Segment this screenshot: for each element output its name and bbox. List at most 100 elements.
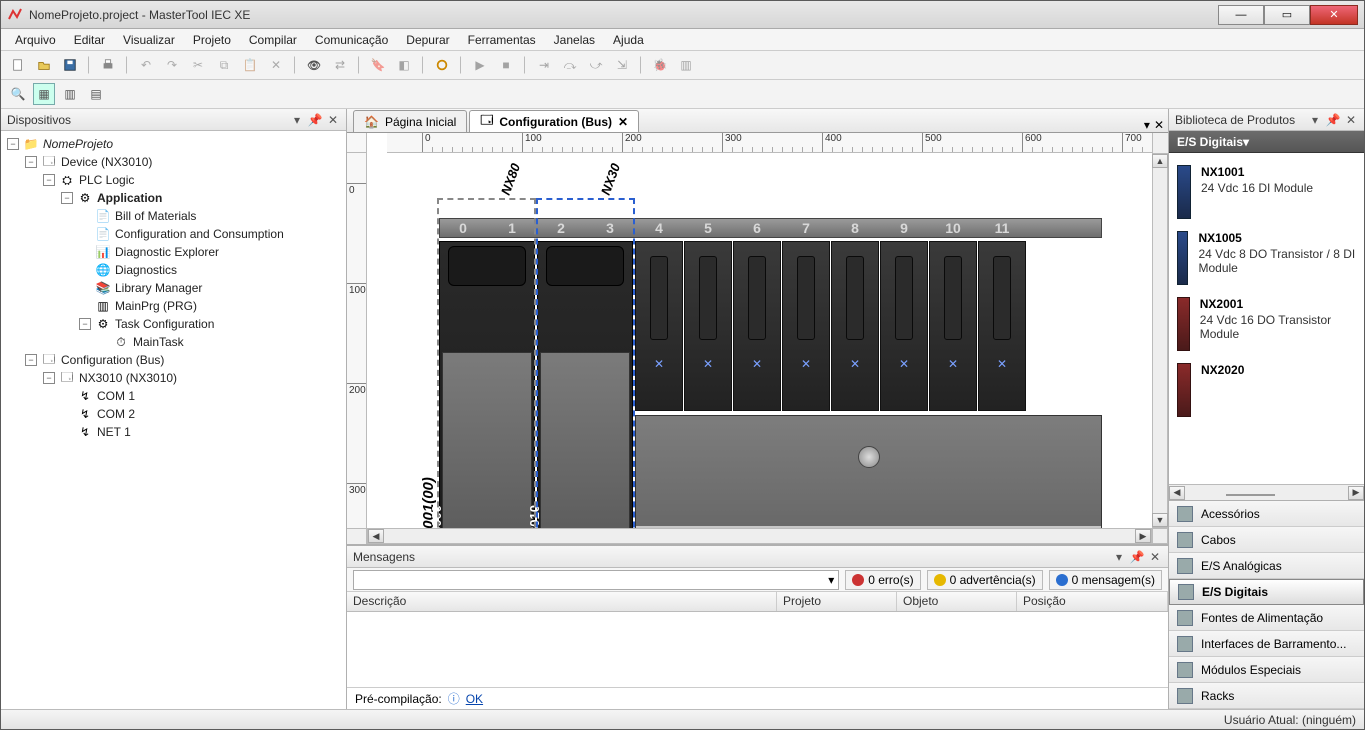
- panel-close-icon[interactable]: ✕: [1344, 113, 1358, 127]
- tree-twisty-icon[interactable]: −: [25, 354, 37, 366]
- panel-dropdown-icon[interactable]: ▾: [1308, 113, 1322, 127]
- tree-item[interactable]: −🗔Configuration (Bus): [3, 351, 344, 369]
- tree-twisty-icon[interactable]: −: [7, 138, 19, 150]
- empty-slot[interactable]: ✕: [684, 241, 732, 411]
- login-icon[interactable]: ▶: [469, 54, 491, 76]
- tab-menu-icon[interactable]: ▾: [1144, 118, 1150, 132]
- product-item[interactable]: NX2020: [1173, 357, 1360, 423]
- panel-close-icon[interactable]: ✕: [1148, 550, 1162, 564]
- menu-arquivo[interactable]: Arquivo: [7, 31, 64, 49]
- col-objeto[interactable]: Objeto: [897, 592, 1017, 611]
- tab-closeall-icon[interactable]: ✕: [1154, 118, 1164, 132]
- close-button[interactable]: ✕: [1310, 5, 1358, 25]
- zoom-icon[interactable]: 🔍: [7, 83, 29, 105]
- tab-configuration-bus[interactable]: 🗔 Configuration (Bus) ✕: [469, 110, 639, 132]
- tree-item[interactable]: −⚙Application: [3, 189, 344, 207]
- paste-icon[interactable]: 📋: [239, 54, 261, 76]
- tree-item[interactable]: ↯COM 1: [3, 387, 344, 405]
- empty-slot[interactable]: ✕: [733, 241, 781, 411]
- category-item[interactable]: E/S Digitais: [1169, 579, 1364, 605]
- build-icon[interactable]: [431, 54, 453, 76]
- redo-icon[interactable]: ↷: [161, 54, 183, 76]
- save-icon[interactable]: [59, 54, 81, 76]
- tree-item[interactable]: 📚Library Manager: [3, 279, 344, 297]
- minimize-button[interactable]: ―: [1218, 5, 1264, 25]
- find-icon[interactable]: 👁: [303, 54, 325, 76]
- logout-icon[interactable]: ■: [495, 54, 517, 76]
- menu-projeto[interactable]: Projeto: [185, 31, 239, 49]
- product-list-hscroll[interactable]: ◀ ▶: [1169, 484, 1364, 500]
- menu-ferramentas[interactable]: Ferramentas: [460, 31, 544, 49]
- col-descricao[interactable]: Descrição: [347, 592, 777, 611]
- panel-pin-icon[interactable]: 📌: [308, 113, 322, 127]
- device-tree[interactable]: −📁NomeProjeto−🗔Device (NX3010)−⛭PLC Logi…: [1, 131, 346, 709]
- empty-slot[interactable]: ✕: [880, 241, 928, 411]
- tree-item[interactable]: ▥MainPrg (PRG): [3, 297, 344, 315]
- category-item[interactable]: Fontes de Alimentação: [1169, 605, 1364, 631]
- tree-item[interactable]: −⚙Task Configuration: [3, 315, 344, 333]
- tree-item[interactable]: −⛭PLC Logic: [3, 171, 344, 189]
- cut-icon[interactable]: ✂: [187, 54, 209, 76]
- category-menu-icon[interactable]: ▾: [1243, 135, 1249, 149]
- step-out-icon[interactable]: ⤻: [585, 54, 607, 76]
- menu-editar[interactable]: Editar: [66, 31, 113, 49]
- menu-compilar[interactable]: Compilar: [241, 31, 305, 49]
- findnext-icon[interactable]: ⇄: [329, 54, 351, 76]
- menu-janelas[interactable]: Janelas: [546, 31, 603, 49]
- empty-slot[interactable]: ✕: [635, 241, 683, 411]
- horizontal-scrollbar[interactable]: ◀ ▶: [367, 528, 1152, 544]
- errors-pill[interactable]: 0 erro(s): [845, 570, 920, 590]
- rack-view[interactable]: NX9001(00) 01234567891011 NX80 NX30: [367, 153, 1152, 528]
- tree-item[interactable]: 📊Diagnostic Explorer: [3, 243, 344, 261]
- col-projeto[interactable]: Projeto: [777, 592, 897, 611]
- menu-comunicacao[interactable]: Comunicação: [307, 31, 396, 49]
- scroll-right-icon[interactable]: ▶: [1348, 486, 1364, 500]
- panel-dropdown-icon[interactable]: ▾: [290, 113, 304, 127]
- tree-twisty-icon[interactable]: −: [61, 192, 73, 204]
- maximize-button[interactable]: ▭: [1264, 5, 1310, 25]
- empty-slot[interactable]: ✕: [782, 241, 830, 411]
- undo-icon[interactable]: ↶: [135, 54, 157, 76]
- delete-icon[interactable]: ✕: [265, 54, 287, 76]
- scroll-left-icon[interactable]: ◀: [1169, 486, 1185, 500]
- col-posicao[interactable]: Posição: [1017, 592, 1168, 611]
- messages-pill[interactable]: 0 mensagem(s): [1049, 570, 1162, 590]
- empty-slot[interactable]: ✕: [929, 241, 977, 411]
- page-icon[interactable]: ▥: [675, 54, 697, 76]
- panel-dropdown-icon[interactable]: ▾: [1112, 550, 1126, 564]
- tree-item[interactable]: ↯COM 2: [3, 405, 344, 423]
- category-item[interactable]: Cabos: [1169, 527, 1364, 553]
- bookmark-icon[interactable]: 🔖: [367, 54, 389, 76]
- vertical-scrollbar[interactable]: ▲ ▼: [1152, 153, 1168, 528]
- step-over-icon[interactable]: ⤼: [559, 54, 581, 76]
- scroll-left-icon[interactable]: ◀: [368, 529, 384, 543]
- tree-item[interactable]: 🌐Diagnostics: [3, 261, 344, 279]
- category-item[interactable]: Interfaces de Barramento...: [1169, 631, 1364, 657]
- run-to-cursor-icon[interactable]: ⇲: [611, 54, 633, 76]
- panel-pin-icon[interactable]: 📌: [1326, 113, 1340, 127]
- messages-filter-combo[interactable]: ▾: [353, 570, 839, 590]
- category-item[interactable]: E/S Analógicas: [1169, 553, 1364, 579]
- tree-twisty-icon[interactable]: −: [25, 156, 37, 168]
- scroll-up-icon[interactable]: ▲: [1152, 154, 1168, 168]
- print-icon[interactable]: [97, 54, 119, 76]
- empty-slot[interactable]: ✕: [978, 241, 1026, 411]
- tree-twisty-icon[interactable]: −: [79, 318, 91, 330]
- step-into-icon[interactable]: ⇥: [533, 54, 555, 76]
- category-item[interactable]: Acessórios: [1169, 501, 1364, 527]
- tree-item[interactable]: −🗔Device (NX3010): [3, 153, 344, 171]
- scroll-down-icon[interactable]: ▼: [1152, 513, 1168, 527]
- tab-close-icon[interactable]: ✕: [618, 115, 628, 129]
- product-item[interactable]: NX200124 Vdc 16 DO Transistor Module: [1173, 291, 1360, 357]
- tree-item[interactable]: ↯NET 1: [3, 423, 344, 441]
- scroll-right-icon[interactable]: ▶: [1135, 529, 1151, 543]
- tree-twisty-icon[interactable]: −: [43, 372, 55, 384]
- grid3-icon[interactable]: ▤: [85, 83, 107, 105]
- product-item[interactable]: NX100124 Vdc 16 DI Module: [1173, 159, 1360, 225]
- tree-item[interactable]: ⏱MainTask: [3, 333, 344, 351]
- tab-pagina-inicial[interactable]: 🏠 Página Inicial: [353, 110, 467, 132]
- product-list[interactable]: NX100124 Vdc 16 DI ModuleNX100524 Vdc 8 …: [1169, 153, 1364, 484]
- debug-icon[interactable]: 🐞: [649, 54, 671, 76]
- grid2-icon[interactable]: ▥: [59, 83, 81, 105]
- precompile-link[interactable]: OK: [466, 692, 483, 706]
